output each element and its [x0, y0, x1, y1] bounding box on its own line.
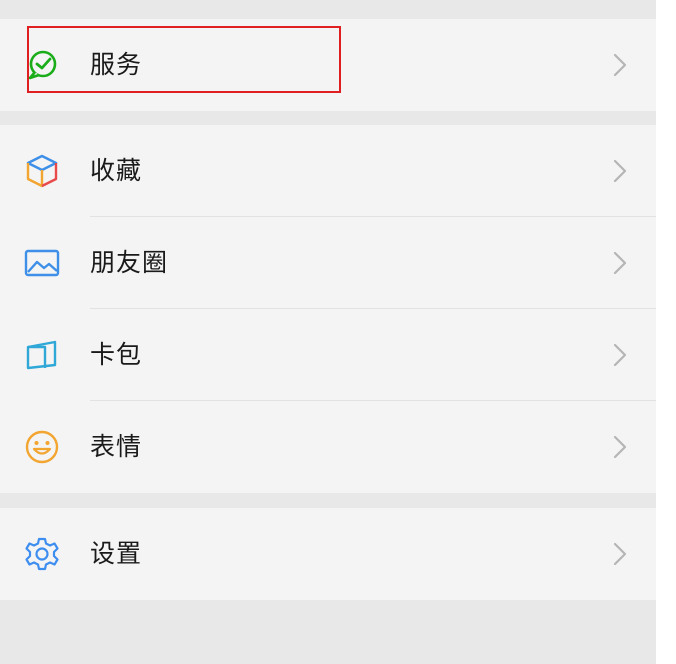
menu-item-settings[interactable]: 设置: [0, 508, 656, 600]
chevron-right-icon: [612, 52, 628, 78]
menu-item-label: 设置: [90, 539, 143, 568]
chevron-right-icon: [612, 434, 628, 460]
menu-group-settings: 设置: [0, 508, 656, 600]
menu-item-label: 服务: [90, 50, 143, 79]
menu-item-cards[interactable]: 卡包: [0, 309, 656, 401]
menu-item-label: 收藏: [90, 156, 143, 185]
page-margin: [656, 0, 676, 664]
wechat-pay-icon: [24, 47, 60, 83]
menu-item-label: 卡包: [90, 340, 143, 369]
chevron-right-icon: [612, 541, 628, 567]
menu-group-service: 服务: [0, 19, 656, 111]
chevron-right-icon: [612, 158, 628, 184]
menu-item-favorites[interactable]: 收藏: [0, 125, 656, 217]
cube-icon: [24, 153, 60, 189]
chevron-right-icon: [612, 342, 628, 368]
smiley-icon: [24, 429, 60, 465]
menu-item-label: 朋友圈: [90, 248, 169, 277]
picture-icon: [24, 245, 60, 281]
menu-screen: 服务 收藏 朋友圈 卡包 表情 设置: [0, 0, 656, 664]
menu-group-main: 收藏 朋友圈 卡包 表情: [0, 125, 656, 493]
menu-item-moments[interactable]: 朋友圈: [0, 217, 656, 309]
menu-item-stickers[interactable]: 表情: [0, 401, 656, 493]
gear-icon: [24, 536, 60, 572]
menu-item-service[interactable]: 服务: [0, 19, 656, 111]
menu-item-label: 表情: [90, 432, 143, 461]
chevron-right-icon: [612, 250, 628, 276]
card-wallet-icon: [24, 337, 60, 373]
